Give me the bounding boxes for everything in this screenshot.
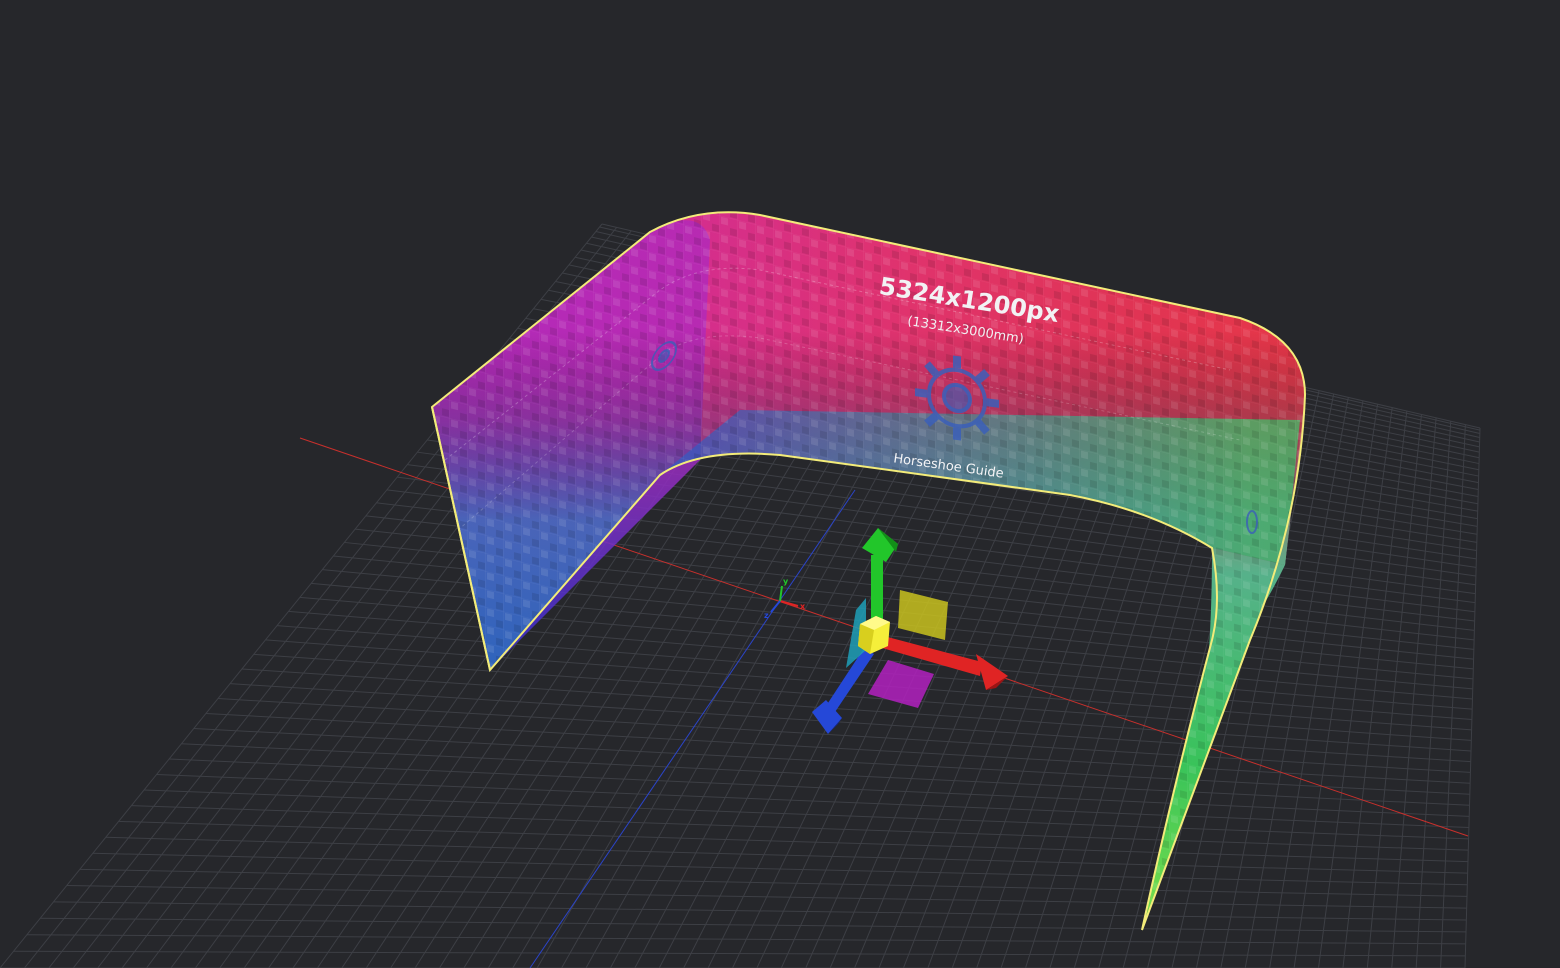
3d-viewport[interactable]: 5324x1200px (13312x3000mm) Horseshoe Gui… xyxy=(0,0,1560,968)
origin-x-label: x xyxy=(800,602,806,611)
origin-z-label: z xyxy=(764,611,769,620)
grid-line xyxy=(92,852,1468,886)
grid-line xyxy=(181,743,1470,806)
origin-y-label: y xyxy=(783,577,789,586)
grid-line xyxy=(1366,414,1422,968)
grid-line xyxy=(169,758,1470,817)
grid-line xyxy=(26,934,1466,945)
viewport-canvas[interactable]: 5324x1200px (13312x3000mm) Horseshoe Gui… xyxy=(0,0,1560,968)
grid-line xyxy=(230,683,1471,763)
gizmo-z-axis-handle[interactable] xyxy=(812,648,874,734)
grid-line xyxy=(156,773,1469,829)
gizmo-xy-plane-handle[interactable] xyxy=(898,590,948,640)
grid-line xyxy=(1318,407,1393,968)
grid-line xyxy=(205,712,1471,784)
grid-line xyxy=(241,668,1472,752)
grid-line xyxy=(40,917,1467,933)
grid-line xyxy=(79,868,1467,897)
grid-line xyxy=(1342,410,1408,968)
grid-line xyxy=(143,789,1469,840)
horseshoe-screen[interactable]: 5324x1200px (13312x3000mm) Horseshoe Gui… xyxy=(430,211,1307,931)
